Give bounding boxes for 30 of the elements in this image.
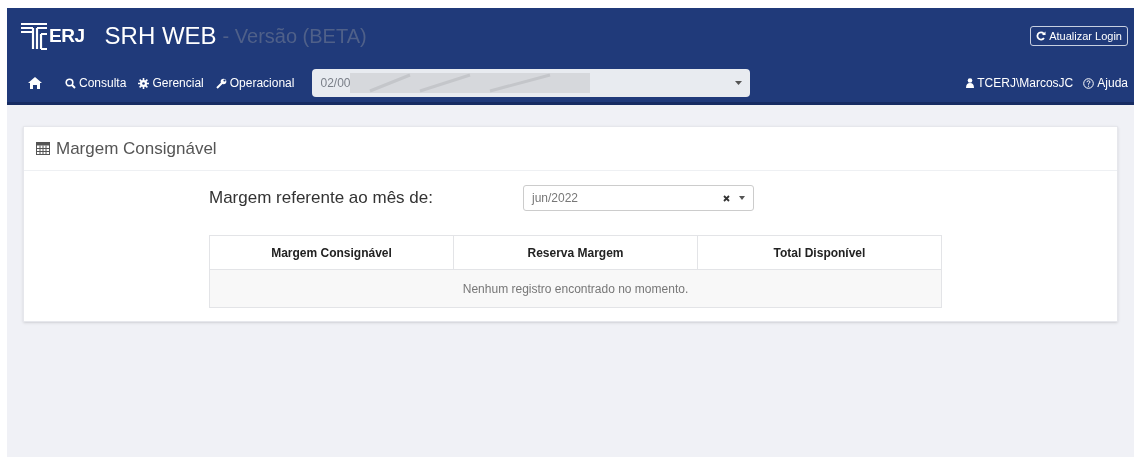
help-icon (1083, 77, 1095, 89)
column-header: Reserva Margem (453, 235, 698, 270)
clear-icon[interactable] (723, 194, 730, 202)
settings-icon (138, 77, 150, 89)
nav-link[interactable]: Consulta (65, 74, 127, 92)
unit-select[interactable]: 02/00 (312, 69, 751, 97)
table-icon (36, 142, 50, 155)
select-value: 02/00 (320, 75, 351, 92)
search-icon (65, 77, 76, 89)
refresh-icon (1036, 31, 1047, 41)
select-value: jun/2022 (532, 190, 579, 207)
dropdown-caret-icon (739, 196, 745, 200)
column-header: Total Disponível (697, 235, 942, 270)
month-label: Margem referente ao mês de: (209, 187, 434, 210)
logo-icon (21, 22, 47, 50)
home-icon[interactable] (27, 76, 43, 90)
logo-text: ERJ (49, 23, 85, 48)
app-title: SRH WEB (104, 21, 217, 51)
wrench-icon (215, 77, 227, 89)
user-name[interactable]: TCERJ\MarcosJC (977, 74, 1074, 92)
empty-message: Nenhum registro encontrado no momento. (209, 269, 942, 308)
column-header: Margem Consignável (209, 235, 454, 270)
panel-title: Margem Consignável (56, 137, 217, 160)
nav-link[interactable]: Operacional (215, 74, 295, 92)
month-select[interactable]: jun/2022 (523, 185, 754, 211)
help-link[interactable]: Ajuda (1083, 74, 1128, 92)
dropdown-caret-icon (735, 81, 743, 85)
nav-link[interactable]: Gerencial (138, 74, 204, 92)
refresh-login-button[interactable]: Atualizar Login (1030, 26, 1128, 46)
user-icon (966, 78, 975, 88)
